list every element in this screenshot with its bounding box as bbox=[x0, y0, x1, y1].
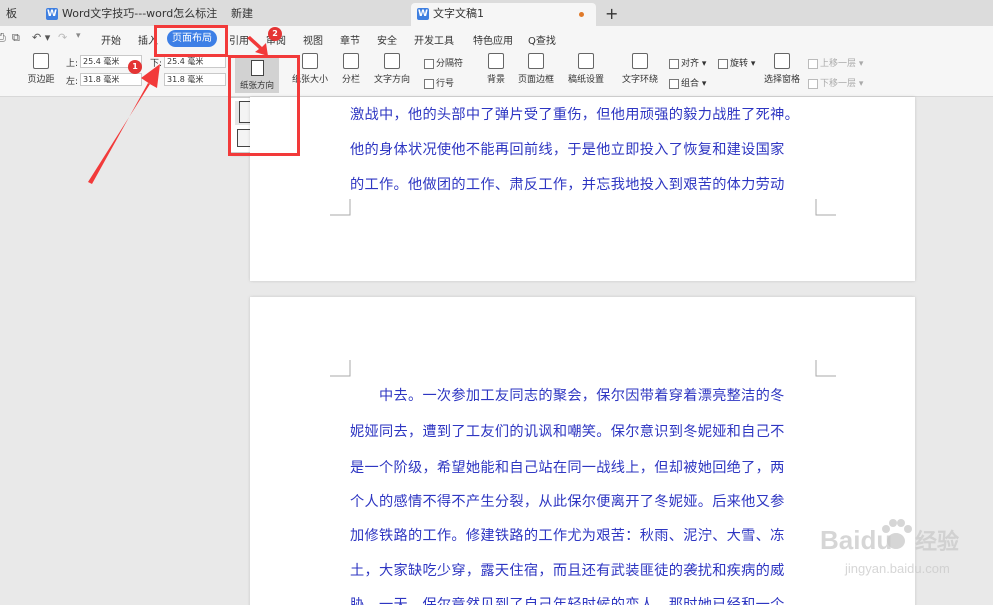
watermark-brand: Baidu bbox=[820, 525, 893, 555]
watermark-url: jingyan.baidu.com bbox=[845, 561, 950, 576]
arrow-to-page-layout-icon bbox=[88, 64, 160, 184]
step-badge-2: 2 bbox=[268, 27, 282, 41]
watermark-cn: 经验 bbox=[915, 530, 960, 555]
arrow-to-orientation-icon bbox=[247, 36, 268, 56]
baidu-watermark: Baidu 经验 jingyan.baidu.com bbox=[820, 505, 970, 580]
step-badge-1: 1 bbox=[128, 60, 142, 74]
